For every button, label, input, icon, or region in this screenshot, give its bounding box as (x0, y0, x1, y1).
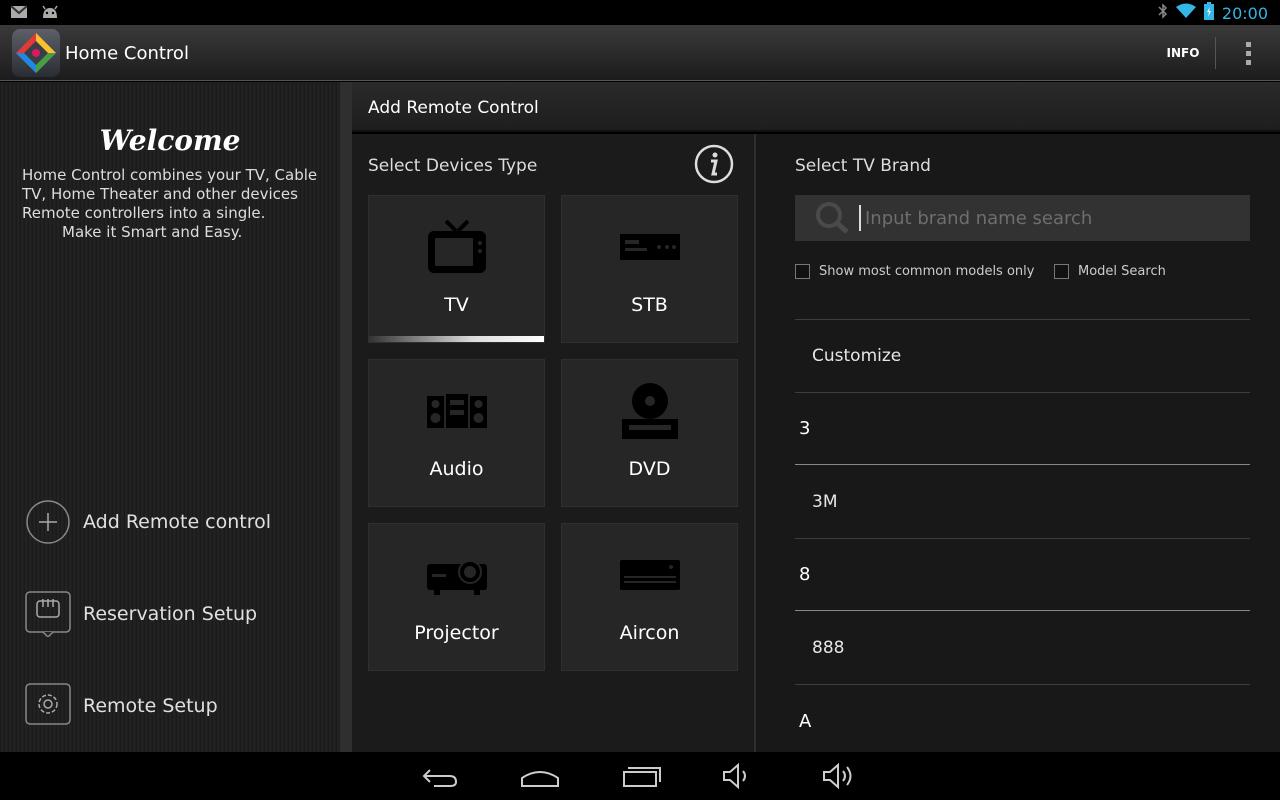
content-header: Add Remote Control (352, 82, 1280, 132)
device-tile-dvd[interactable]: DVD (561, 359, 738, 507)
action-bar: Home Control INFO (0, 25, 1280, 81)
remote-setup-button[interactable]: Remote Setup (25, 681, 218, 731)
volume-down-icon[interactable] (710, 758, 770, 794)
device-label: TV (444, 294, 469, 316)
device-label: Audio (429, 458, 484, 480)
overflow-menu-icon[interactable] (1222, 25, 1274, 81)
gmail-icon (10, 4, 28, 24)
battery-icon (1203, 2, 1214, 24)
gear-icon (25, 683, 71, 729)
brand-section-header: A (795, 684, 1250, 752)
back-icon[interactable] (410, 758, 470, 794)
wifi-icon (1175, 3, 1196, 23)
device-type-title: Select Devices Type (368, 156, 538, 176)
device-label: DVD (628, 458, 671, 480)
description-line: Remote controllers into a single. (22, 204, 266, 222)
panel-scroll-edge (340, 82, 352, 752)
selected-indicator (369, 336, 544, 342)
aircon-icon (562, 544, 737, 608)
tv-icon (369, 216, 544, 280)
plus-circle-icon (25, 499, 71, 545)
checkbox-box[interactable] (1054, 264, 1069, 279)
calendar-icon (25, 591, 71, 637)
description-line: Make it Smart and Easy. (62, 223, 243, 241)
text-cursor (859, 205, 861, 231)
action-bar-divider (1215, 37, 1216, 69)
device-tile-projector[interactable]: Projector (368, 523, 545, 671)
brand-section-header: 3 (795, 392, 1250, 465)
page-title: Add Remote Control (368, 98, 539, 118)
search-placeholder: Input brand name search (865, 208, 1093, 229)
checkbox-label: Model Search (1078, 264, 1166, 279)
audio-icon (369, 380, 544, 444)
app-description: Home Control combines your TV, Cable TV,… (22, 166, 322, 242)
model-search-checkbox[interactable]: Model Search (1054, 264, 1166, 279)
checkbox-box[interactable] (795, 264, 810, 279)
welcome-title: Welcome (99, 124, 241, 157)
recent-apps-icon[interactable] (612, 758, 672, 794)
bluetooth-icon (1158, 3, 1168, 23)
brand-list-item[interactable]: 3M (795, 465, 1250, 538)
description-line: Home Control combines your TV, Cable (22, 166, 318, 184)
home-icon[interactable] (510, 758, 570, 794)
brand-section-title: Select TV Brand (795, 156, 931, 176)
device-label: Aircon (619, 622, 680, 644)
brand-search-input[interactable]: Input brand name search (795, 195, 1250, 241)
search-icon (811, 200, 859, 240)
add-remote-control-button[interactable]: Add Remote control (25, 497, 271, 547)
dvd-icon (562, 380, 737, 444)
status-bar: 20:00 (0, 0, 1280, 25)
brand-panel: Select TV Brand Input brand name search … (756, 134, 1280, 752)
app-title: Home Control (65, 43, 189, 64)
volume-up-icon[interactable] (810, 758, 870, 794)
info-button[interactable]: INFO (1152, 25, 1214, 81)
menu-label: Remote Setup (83, 695, 218, 717)
android-icon (40, 4, 60, 24)
description-line: TV, Home Theater and other devices (22, 185, 298, 203)
navigation-bar (0, 752, 1280, 800)
clock: 20:00 (1221, 3, 1268, 23)
stb-icon (562, 216, 737, 280)
device-label: STB (631, 294, 668, 316)
brand-section-header: 8 (795, 538, 1250, 611)
common-models-checkbox[interactable]: Show most common models only (795, 264, 1034, 279)
device-tile-audio[interactable]: Audio (368, 359, 545, 507)
reservation-setup-button[interactable]: Reservation Setup (25, 589, 257, 639)
device-tile-stb[interactable]: STB (561, 195, 738, 343)
menu-label: Add Remote control (83, 511, 272, 533)
device-tile-tv[interactable]: TV (368, 195, 545, 343)
left-panel: Welcome Home Control combines your TV, C… (0, 82, 340, 752)
info-icon[interactable] (694, 144, 734, 184)
checkbox-label: Show most common models only (819, 264, 1035, 279)
brand-list: Customize 3 3M 8 888 A (795, 319, 1250, 752)
projector-icon (369, 544, 544, 608)
menu-label: Reservation Setup (83, 603, 258, 625)
device-type-panel: Select Devices Type TV STB Audio DVD Pro… (352, 134, 754, 752)
device-tile-aircon[interactable]: Aircon (561, 523, 738, 671)
brand-list-item[interactable]: Customize (795, 319, 1250, 392)
app-logo-icon[interactable] (12, 29, 60, 77)
device-label: Projector (414, 622, 499, 644)
brand-list-item[interactable]: 888 (795, 611, 1250, 684)
